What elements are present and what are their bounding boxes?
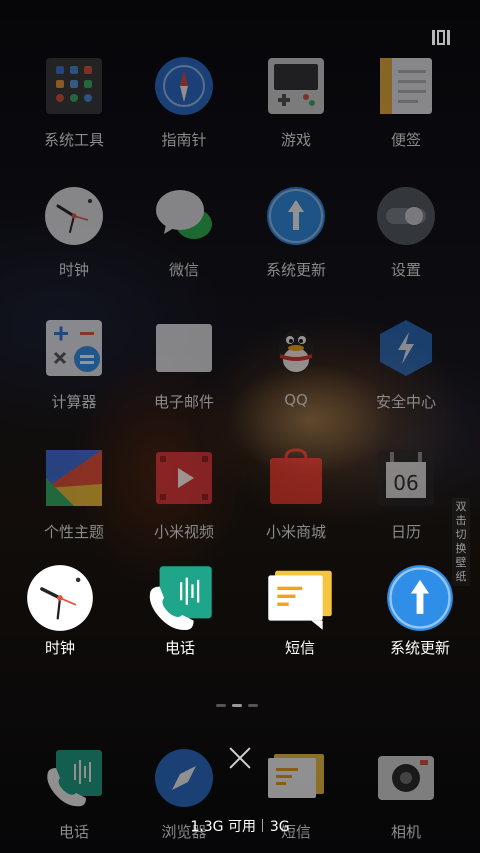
settings-icon (377, 187, 435, 245)
phone-icon (149, 566, 212, 631)
themes-icon (46, 450, 102, 506)
app-compass[interactable]: 指南针 (134, 56, 234, 166)
wechat-icon (156, 190, 212, 239)
dock-camera[interactable]: 相机 (356, 748, 456, 853)
app-label: 时钟 (44, 639, 75, 657)
calendar-icon: 06 (378, 450, 434, 506)
memory-divider (262, 819, 264, 832)
app-system-update[interactable]: 系统更新 (246, 186, 346, 296)
app-label: 设置 (390, 261, 421, 279)
app-email[interactable]: 电子邮件 (134, 318, 234, 428)
app-label: 日历 (390, 523, 421, 541)
memory-available: 1.3G 可用 (190, 819, 256, 835)
phone-icon (47, 750, 102, 807)
dock-phone[interactable]: 电话 (24, 748, 124, 853)
clock-icon (45, 187, 103, 245)
app-label: 个性主题 (43, 523, 104, 541)
app-label: 系统工具 (43, 131, 104, 149)
message-icon (268, 570, 332, 630)
recent-app-phone[interactable]: 电话 (130, 564, 230, 674)
app-label: 小米视频 (153, 523, 214, 541)
page-indicator (216, 704, 258, 707)
multiwindow-icon[interactable] (432, 30, 450, 45)
video-icon (156, 452, 212, 504)
app-label: 电话 (164, 639, 195, 657)
app-label: 电子邮件 (153, 393, 214, 411)
security-icon (380, 320, 432, 376)
qq-icon (278, 330, 314, 374)
update-icon (267, 187, 325, 245)
app-label: 短信 (284, 639, 315, 657)
app-settings[interactable]: 设置 (356, 186, 456, 296)
memory-total: 3G (269, 819, 290, 835)
app-calculator[interactable]: 计算器 (24, 318, 124, 428)
page-dot-active (232, 704, 242, 707)
app-calendar[interactable]: 06 日历 (356, 448, 456, 558)
app-notes[interactable]: 便签 (356, 56, 456, 166)
app-system-tools[interactable]: 系统工具 (24, 56, 124, 166)
clock-icon (27, 565, 93, 631)
page-dot (216, 704, 226, 707)
page-dot (248, 704, 258, 707)
app-label: 时钟 (58, 261, 89, 279)
store-icon (270, 448, 322, 504)
email-icon (156, 324, 212, 372)
app-label: 安全中心 (375, 393, 436, 411)
memory-status: 1.3G 可用 3G (0, 816, 480, 836)
app-mi-video[interactable]: 小米视频 (134, 448, 234, 558)
app-games[interactable]: 游戏 (246, 56, 346, 166)
dock-browser[interactable]: 浏览器 (134, 748, 234, 853)
calendar-day: 06 (393, 471, 418, 495)
app-clock[interactable]: 时钟 (24, 186, 124, 296)
app-label: 系统更新 (265, 261, 326, 279)
recent-app-system-update[interactable]: 系统更新 (370, 564, 470, 674)
notes-icon (380, 58, 432, 114)
tools-folder-icon (46, 58, 102, 114)
clear-recents-button[interactable] (226, 744, 254, 772)
app-label: 小米商城 (265, 523, 326, 541)
app-security-center[interactable]: 安全中心 (356, 318, 456, 428)
message-icon (268, 754, 324, 798)
app-label: 指南针 (161, 131, 207, 149)
app-label: 便签 (390, 131, 421, 149)
recent-app-clock[interactable]: 时钟 (10, 564, 110, 674)
recents-screen: 系统工具 指南针 游戏 便签 时钟 微信 系统更新 设置 计算器 电子邮件 QQ… (0, 0, 480, 853)
app-label: 系统更新 (389, 639, 450, 657)
app-label: 计算器 (51, 393, 97, 411)
dock-messages[interactable]: 短信 (246, 748, 346, 853)
calculator-icon (46, 320, 102, 376)
app-label: 微信 (168, 261, 199, 279)
game-folder-icon (268, 58, 324, 114)
update-icon (387, 565, 453, 631)
recent-app-messages[interactable]: 短信 (250, 564, 350, 674)
app-label: 游戏 (280, 131, 311, 149)
app-mi-store[interactable]: 小米商城 (246, 448, 346, 558)
app-label: QQ (284, 391, 308, 409)
compass-icon (155, 57, 213, 115)
app-qq[interactable]: QQ (246, 318, 346, 428)
app-wechat[interactable]: 微信 (134, 186, 234, 296)
app-themes[interactable]: 个性主题 (24, 448, 124, 558)
camera-icon (378, 756, 434, 800)
browser-icon (155, 749, 213, 807)
